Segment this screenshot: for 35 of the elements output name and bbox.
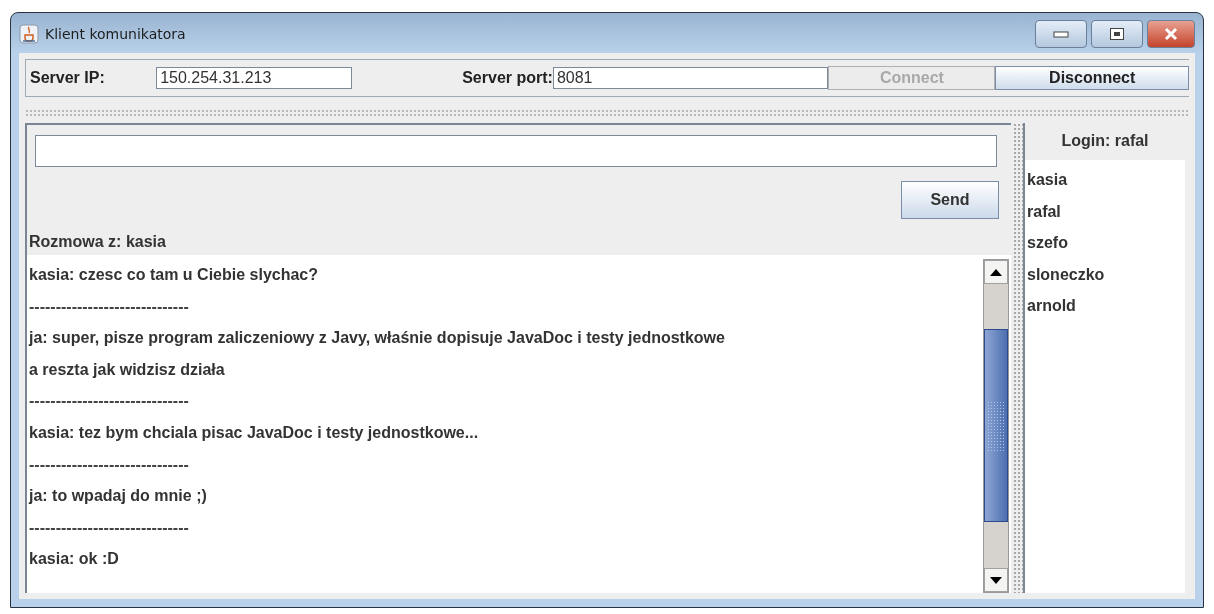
scrollbar[interactable] (983, 259, 1009, 593)
message-input[interactable] (35, 135, 997, 167)
message-separator: ------------------------------ (29, 454, 190, 475)
server-port-label: Server port: (462, 69, 553, 87)
close-button[interactable] (1147, 20, 1195, 48)
disconnect-button[interactable]: Disconnect (995, 66, 1189, 90)
window-title: Klient komunikatora (45, 26, 186, 42)
user-item[interactable]: arnold (1025, 290, 1185, 322)
conversation-title: Rozmowa z: kasia (28, 232, 167, 252)
user-item[interactable]: sloneczko (1025, 258, 1185, 290)
scroll-down-icon[interactable] (984, 568, 1008, 592)
chat-message: ja: to wpadaj do mnie ;) (29, 486, 208, 507)
maximize-button[interactable] (1091, 20, 1143, 48)
server-ip-field[interactable]: 150.254.31.213 (156, 67, 353, 89)
maximize-icon (1109, 27, 1125, 41)
send-button[interactable]: Send (901, 181, 999, 219)
user-item[interactable]: rafal (1025, 195, 1185, 227)
chat-message: kasia: ok :D (29, 549, 120, 570)
user-item[interactable]: kasia (1025, 164, 1185, 196)
minimize-icon (1053, 30, 1069, 38)
message-separator: ------------------------------ (29, 296, 190, 317)
user-item[interactable]: szefo (1025, 227, 1185, 259)
chat-message: kasia: czesc co tam u Ciebie slychac? (29, 265, 320, 285)
coffee-cup-icon (19, 24, 39, 44)
chat-message: ja: super, pisze program zaliczeniowy z Javy, właśnie dopisuje JavaDoc i testy jednostkowe (29, 328, 726, 349)
minimize-button[interactable] (1035, 20, 1087, 48)
scroll-up-icon[interactable] (984, 260, 1008, 284)
message-separator: ------------------------------ (29, 391, 190, 412)
server-ip-label: Server IP: (30, 69, 106, 87)
close-icon (1163, 27, 1179, 41)
chat-message: a reszta jak widzisz działa (29, 359, 226, 380)
message-separator: ------------------------------ (29, 517, 190, 538)
scroll-thumb[interactable] (984, 329, 1008, 522)
chat-message: kasia: tez bym chciala pisac JavaDoc i testy jednostkowe... (29, 422, 480, 443)
server-port-field[interactable]: 8081 (552, 67, 829, 89)
